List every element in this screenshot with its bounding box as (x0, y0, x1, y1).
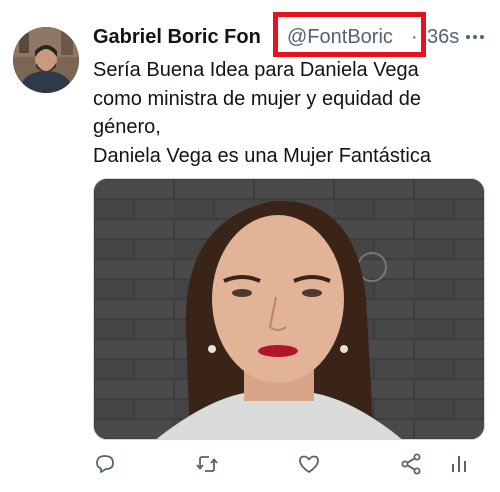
author-name[interactable]: Gabriel Boric Fon (93, 24, 261, 50)
reply-icon[interactable] (93, 452, 117, 476)
like-icon[interactable] (297, 452, 321, 476)
tweet-actions (93, 452, 473, 476)
separator-dot: · (411, 26, 418, 48)
tweet-text-line: Daniela Vega es una Mujer Fantástica (93, 144, 431, 167)
share-icon[interactable] (399, 452, 423, 476)
more-icon[interactable] (464, 26, 486, 48)
retweet-icon[interactable] (195, 452, 219, 476)
tweet-text-line: como ministra de mujer y equidad de (93, 87, 421, 110)
tweet-header: Gabriel Boric Fon @FontBoric · 36s (93, 24, 486, 50)
tweet[interactable]: Gabriel Boric Fon @FontBoric · 36s Sería… (0, 0, 500, 492)
timestamp[interactable]: 36s (427, 24, 459, 50)
author-handle[interactable]: @FontBoric (287, 24, 393, 50)
tweet-text-line: género, (93, 116, 161, 138)
tweet-text: Sería Buena Idea para Daniela Vega como … (93, 56, 483, 170)
avatar[interactable] (13, 27, 79, 93)
tweet-text-line: Sería Buena Idea para Daniela Vega (93, 59, 419, 81)
tweet-photo[interactable] (93, 178, 485, 440)
analytics-icon[interactable] (447, 452, 471, 476)
